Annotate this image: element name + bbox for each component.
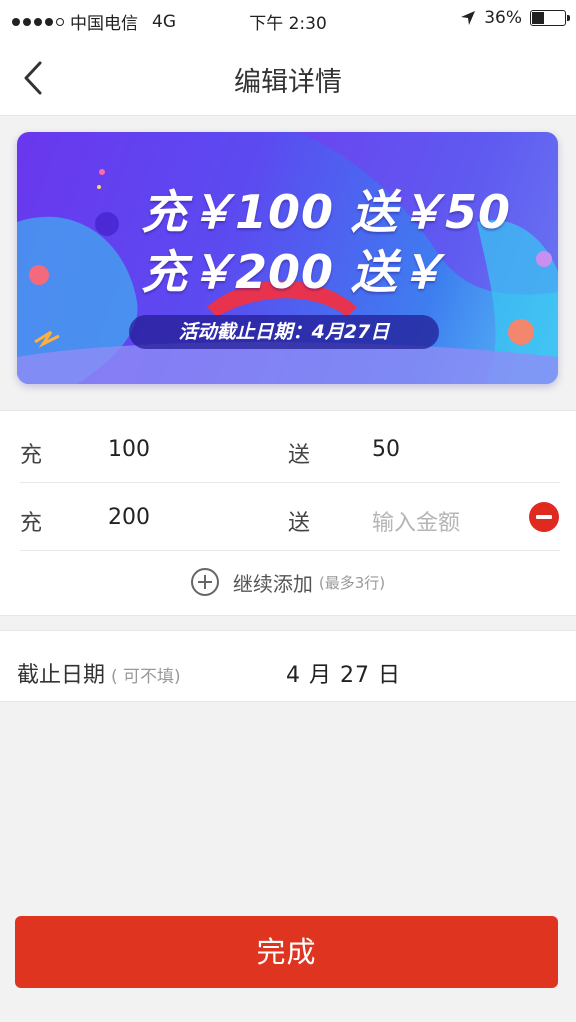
deadline-optional-hint: ( 可不填) [111, 667, 181, 687]
status-right: 36% [460, 8, 570, 28]
charge-amount-input[interactable]: 100 [108, 437, 150, 462]
battery-level [532, 12, 545, 24]
charge-amount-input[interactable]: 200 [108, 505, 150, 530]
add-row-button[interactable]: 继续添加 (最多3行) [0, 549, 576, 615]
promo-banner: 充￥100 送￥50 充￥200 送￥ 活动截止日期：4月27日 [17, 132, 558, 384]
deadline-date-picker[interactable]: 4 月 27 日 [286, 657, 401, 689]
location-arrow-icon [461, 11, 476, 25]
rule-row: 充 200 送 输入金额 [20, 483, 560, 551]
status-bar: 中国电信 4G 下午 2:30 36% [0, 0, 576, 38]
deadline-card: 截止日期( 可不填) 4 月 27 日 [0, 630, 576, 702]
banner-line-2: 充￥200 送￥ [141, 245, 446, 299]
rule-row: 充 100 送 50 [20, 415, 560, 483]
bonus-label: 送 [288, 443, 311, 468]
done-button[interactable]: 完成 [15, 916, 558, 988]
bonus-amount-input[interactable]: 输入金额 [372, 505, 460, 537]
banner-deadline: 活动截止日期：4月27日 [129, 315, 439, 349]
page-title: 编辑详情 [234, 67, 342, 98]
add-row-hint: (最多3行) [318, 573, 386, 592]
recharge-rules-card: 充 100 送 50 充 200 送 输入金额 继续添加 (最多3行) [0, 410, 576, 616]
charge-label: 充 [20, 443, 43, 468]
bonus-label: 送 [288, 511, 311, 536]
remove-row-button[interactable] [529, 502, 559, 532]
battery-icon [530, 10, 570, 26]
banner-line-1: 充￥100 送￥50 [141, 185, 512, 239]
add-row-label: 继续添加 [232, 571, 313, 596]
plus-circle-icon [190, 568, 219, 596]
nav-bar: 编辑详情 [0, 38, 576, 116]
bonus-amount-input[interactable]: 50 [372, 437, 400, 462]
charge-label: 充 [20, 511, 43, 536]
battery-percent: 36% [484, 8, 522, 28]
deadline-label: 截止日期 [17, 663, 106, 688]
deadline-label-group: 截止日期( 可不填) [17, 657, 181, 689]
